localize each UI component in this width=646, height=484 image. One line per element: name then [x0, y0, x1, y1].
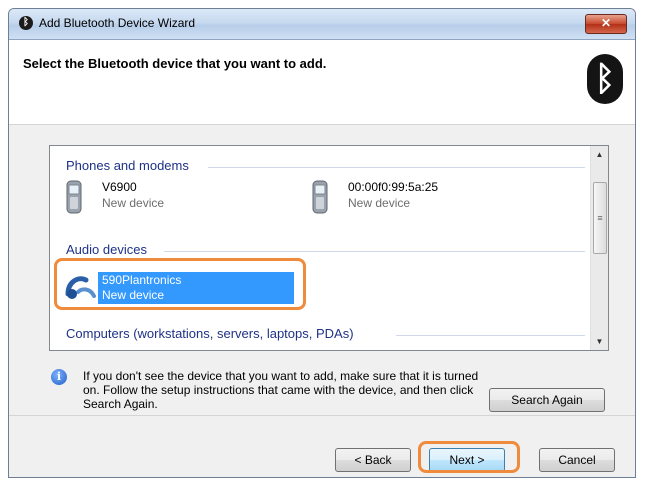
- device-item-v6900[interactable]: V6900 New device: [66, 178, 266, 216]
- device-name: 00:00f0:99:5a:25: [348, 180, 439, 194]
- close-button[interactable]: ✕: [585, 14, 627, 34]
- device-item-mac-address[interactable]: 00:00f0:99:5a:25 New device: [312, 178, 512, 216]
- phone-icon: [312, 180, 328, 214]
- header-instruction: Select the Bluetooth device that you wan…: [23, 56, 327, 71]
- device-status: New device: [102, 196, 165, 210]
- group-computers: Computers (workstations, servers, laptop…: [66, 326, 585, 344]
- wizard-footer: < Back Next > Cancel: [9, 415, 635, 477]
- device-status: New device: [348, 196, 411, 210]
- bluetooth-logo-icon: ᛒ: [587, 54, 623, 104]
- info-text: If you don't see the device that you wan…: [83, 369, 479, 411]
- info-icon: i: [51, 369, 67, 385]
- search-again-button[interactable]: Search Again: [489, 388, 605, 412]
- group-phones-and-modems: Phones and modems: [66, 158, 585, 176]
- device-list[interactable]: Phones and modems V6900 New device 00:00…: [49, 145, 609, 351]
- cancel-button[interactable]: Cancel: [539, 448, 615, 472]
- back-label: < Back: [354, 453, 392, 467]
- group-label: Audio devices: [66, 242, 147, 257]
- scroll-down-arrow-icon[interactable]: ▼: [591, 333, 608, 350]
- group-label: Computers (workstations, servers, laptop…: [66, 326, 354, 341]
- group-label: Phones and modems: [66, 158, 189, 173]
- cancel-label: Cancel: [558, 453, 596, 467]
- device-name: V6900: [102, 180, 137, 194]
- title-bar: ᛒ Add Bluetooth Device Wizard ✕: [9, 9, 635, 40]
- scroll-thumb[interactable]: ≡: [593, 182, 607, 254]
- next-highlight-annotation: [418, 441, 520, 473]
- back-button[interactable]: < Back: [335, 448, 411, 472]
- bluetooth-icon: ᛒ: [19, 16, 33, 30]
- scroll-up-arrow-icon[interactable]: ▲: [591, 146, 608, 163]
- device-highlight-annotation: [54, 258, 306, 310]
- wizard-header: Select the Bluetooth device that you wan…: [9, 40, 635, 125]
- phone-icon: [66, 180, 82, 214]
- list-scrollbar[interactable]: ▲ ≡ ▼: [590, 146, 608, 350]
- wizard-window: ᛒ Add Bluetooth Device Wizard ✕ Select t…: [8, 8, 636, 478]
- search-again-label: Search Again: [511, 393, 583, 407]
- window-title: Add Bluetooth Device Wizard: [39, 16, 196, 30]
